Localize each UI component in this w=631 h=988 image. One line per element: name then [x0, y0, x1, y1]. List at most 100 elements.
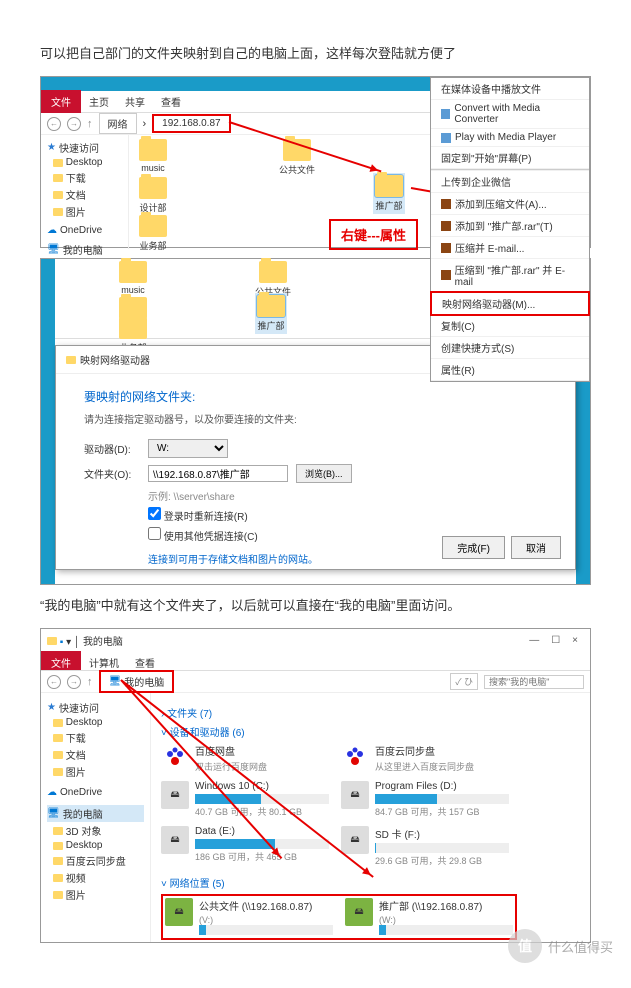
ctx-item[interactable]: 在媒体设备中播放文件: [431, 78, 589, 100]
network-drive-v[interactable]: 🖴 公共文件 (\\192.168.0.87)(V:): [165, 898, 333, 936]
star-icon: ★: [47, 702, 56, 713]
sidebar-desktop2[interactable]: Desktop: [47, 839, 144, 852]
minimize-button[interactable]: —: [523, 635, 545, 646]
folder-icon: [139, 215, 167, 237]
drive-icon: 🖴: [341, 781, 369, 809]
up-button[interactable]: ↑: [87, 676, 93, 688]
tab-view[interactable]: 查看: [153, 90, 189, 113]
folder-label: 文件夹(O):: [84, 466, 140, 481]
close-button[interactable]: ×: [566, 635, 584, 646]
sidebar-onedrive[interactable]: ☁OneDrive: [47, 224, 122, 237]
ctx-map-drive[interactable]: 映射网络驱动器(M)...: [430, 291, 590, 316]
tab-file[interactable]: 文件: [41, 651, 81, 670]
folder-icon: [259, 261, 287, 283]
tab-share[interactable]: 共享: [117, 90, 153, 113]
folder-biz[interactable]: 业务部: [139, 215, 167, 252]
sidebar-pics2[interactable]: 图片: [47, 886, 144, 903]
section-folders[interactable]: › 文件夹 (7): [161, 705, 580, 720]
breadcrumb-network[interactable]: 网络: [99, 113, 137, 134]
cloud-icon: ☁: [47, 787, 57, 798]
folder-input[interactable]: [148, 465, 288, 482]
finish-button[interactable]: 完成(F): [442, 536, 505, 559]
drive-d[interactable]: 🖴 Program Files (D:)84.7 GB 可用，共 157 GB: [341, 781, 509, 818]
forward-button[interactable]: →: [67, 117, 81, 131]
baidu-icon: [341, 743, 369, 771]
folder-icon: [139, 139, 167, 161]
folder-icon: [375, 175, 403, 197]
sidebar: ★快速访问 Desktop 下载 文档 图片 ☁OneDrive 🖥我的电脑 3…: [41, 693, 151, 942]
ctx-item[interactable]: 压缩到 "推广部.rar" 并 E-mail: [431, 259, 589, 292]
drive-select[interactable]: W:: [148, 439, 228, 458]
drive-e[interactable]: 🖴 Data (E:)186 GB 可用，共 465 GB: [161, 826, 329, 867]
sidebar-pictures[interactable]: 图片: [47, 203, 122, 220]
folder-promo-selected[interactable]: 推广部: [373, 173, 405, 214]
drive-f[interactable]: 🖴 SD 卡 (F:)29.6 GB 可用，共 29.8 GB: [341, 826, 509, 867]
tab-computer[interactable]: 计算机: [81, 651, 127, 670]
sidebar-desktop[interactable]: Desktop: [47, 716, 144, 729]
ctx-item[interactable]: 创建快捷方式(S): [431, 337, 589, 359]
cancel-button[interactable]: 取消: [511, 536, 561, 559]
sidebar-quick[interactable]: ★快速访问: [47, 699, 144, 716]
sidebar-documents[interactable]: 文档: [47, 746, 144, 763]
folder-music[interactable]: music: [119, 261, 147, 295]
tab-home[interactable]: 主页: [81, 90, 117, 113]
ctx-item[interactable]: 属性(R): [431, 359, 589, 381]
sidebar-documents[interactable]: 文档: [47, 186, 122, 203]
ctx-item[interactable]: 复制(C): [431, 315, 589, 337]
ctx-item[interactable]: Convert with Media Converter: [431, 100, 589, 129]
sidebar-pictures[interactable]: 图片: [47, 763, 144, 780]
sidebar-quick-access[interactable]: ★快速访问: [47, 139, 122, 156]
ctx-item[interactable]: 添加到压缩文件(A)...: [431, 193, 589, 215]
sidebar-desktop[interactable]: Desktop: [47, 156, 122, 169]
folder-icon: [66, 356, 76, 364]
section-devices[interactable]: ˅ 设备和驱动器 (6): [161, 724, 580, 739]
folder-icon: [53, 159, 63, 167]
folder-promo[interactable]: 推广部: [255, 293, 287, 334]
network-drive-w[interactable]: 🖴 推广部 (\\192.168.0.87)(W:): [345, 898, 513, 936]
search-input[interactable]: [484, 675, 584, 689]
window-titlebar: ▪ ▾ │ 我的电脑 —☐×: [41, 629, 590, 651]
folder-design[interactable]: 设计部: [139, 177, 167, 214]
ctx-item[interactable]: Play with Media Player: [431, 129, 589, 147]
folder-music[interactable]: music: [139, 139, 167, 173]
dialog-subtext: 请为连接指定驱动器号，以及你要连接的文件夹:: [56, 409, 575, 436]
ctx-item[interactable]: 压缩并 E-mail...: [431, 237, 589, 259]
sidebar-downloads[interactable]: 下载: [47, 169, 122, 186]
drive-icon: 🖴: [341, 826, 369, 854]
sidebar-downloads[interactable]: 下载: [47, 729, 144, 746]
back-button[interactable]: ←: [47, 117, 61, 131]
sidebar-video[interactable]: 视频: [47, 869, 144, 886]
device-baidu-wangpan[interactable]: 百度网盘双击运行百度网盘: [161, 743, 329, 773]
pc-icon: 🖥: [47, 808, 60, 819]
ctx-item[interactable]: 上传到企业微信: [431, 171, 589, 193]
sidebar-this-pc[interactable]: 🖥我的电脑: [47, 805, 144, 822]
screenshot-3: ▪ ▾ │ 我的电脑 —☐× 文件 计算机 查看 ← → ↑ 🖥我的电脑 ✓ ひ…: [40, 628, 591, 943]
device-baidu-sync[interactable]: 百度云同步盘从这里进入百度云同步盘: [341, 743, 509, 773]
folder-icon: [53, 174, 63, 182]
forward-button[interactable]: →: [67, 675, 81, 689]
up-button[interactable]: ↑: [87, 118, 93, 130]
ctx-item[interactable]: 添加到 "推广部.rar"(T): [431, 215, 589, 237]
sidebar-onedrive[interactable]: ☁OneDrive: [47, 786, 144, 799]
back-button[interactable]: ←: [47, 675, 61, 689]
play-icon: [441, 133, 451, 143]
maximize-button[interactable]: ☐: [545, 635, 566, 646]
sidebar-baidu[interactable]: 百度云同步盘: [47, 852, 144, 869]
folder-icon: [53, 768, 63, 776]
reconnect-checkbox[interactable]: 登录时重新连接(R): [56, 505, 575, 525]
breadcrumb-this-pc[interactable]: 🖥我的电脑: [99, 670, 175, 693]
drive-icon: 🖴: [161, 826, 189, 854]
browse-button[interactable]: 浏览(B)...: [296, 464, 352, 483]
sidebar-3d[interactable]: 3D 对象: [47, 822, 144, 839]
tab-view[interactable]: 查看: [127, 651, 163, 670]
sidebar-this-pc[interactable]: 🖥我的电脑: [47, 241, 122, 258]
drive-c[interactable]: 🖴 Windows 10 (C:)40.7 GB 可用，共 80.1 GB: [161, 781, 329, 818]
pc-icon: 🖥: [47, 244, 60, 255]
tab-file[interactable]: 文件: [41, 90, 81, 113]
ctx-item[interactable]: 固定到"开始"屏幕(P): [431, 147, 589, 169]
cloud-icon: ☁: [47, 225, 57, 236]
folder-icon: [119, 261, 147, 283]
breadcrumb-ip[interactable]: 192.168.0.87: [152, 114, 230, 133]
folder-icon: [119, 317, 147, 339]
caption-1: 可以把自己部门的文件夹映射到自己的电脑上面，这样每次登陆就方便了: [40, 43, 591, 62]
